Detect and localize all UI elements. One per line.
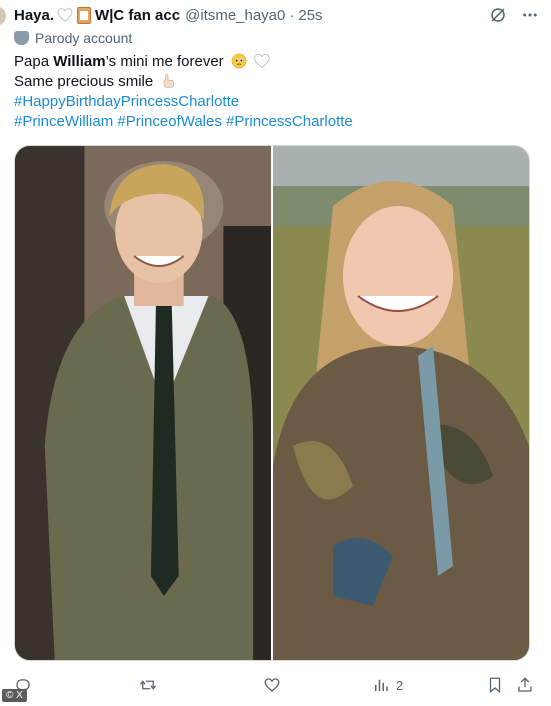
display-name-suffix[interactable]: W|C fan acc bbox=[95, 7, 180, 24]
text-line-2: Same precious smile bbox=[14, 72, 539, 92]
hashtag-birthday[interactable]: #HappyBirthdayPrincessCharlotte bbox=[14, 92, 539, 112]
views-count: 2 bbox=[396, 677, 404, 693]
header-icons bbox=[489, 4, 539, 26]
tweet-text: Papa William’s mini me forever Same prec… bbox=[14, 52, 539, 132]
text-line-2-content: Same precious smile bbox=[14, 73, 154, 90]
white-heart-icon bbox=[254, 53, 270, 69]
hashtag-prince-william[interactable]: #PrinceWilliam bbox=[14, 113, 113, 130]
display-name[interactable]: Haya. bbox=[14, 7, 54, 24]
tweet[interactable]: Haya. W|C fan acc @itsme_haya0 · 25s Par… bbox=[0, 0, 551, 706]
tweet-media[interactable] bbox=[14, 145, 530, 661]
text-prefix: Papa bbox=[14, 53, 54, 70]
parody-label-text: Parody account bbox=[35, 30, 133, 46]
avatar[interactable] bbox=[0, 6, 6, 26]
views-bar-chart-icon bbox=[375, 679, 388, 691]
share-button[interactable] bbox=[516, 676, 534, 694]
more-icon[interactable] bbox=[521, 6, 539, 24]
clipboard-icon bbox=[77, 6, 92, 24]
boy-illustration bbox=[15, 146, 271, 660]
tweet-header: Haya. W|C fan acc @itsme_haya0 · 25s bbox=[14, 4, 539, 26]
text-suffix: ’s mini me forever bbox=[105, 53, 224, 70]
tweet-actions: 2 bbox=[14, 674, 534, 696]
grok-icon[interactable] bbox=[489, 6, 507, 24]
pleading-face-icon bbox=[231, 53, 247, 69]
pointing-hand-icon bbox=[164, 74, 175, 88]
parody-label: Parody account bbox=[14, 28, 132, 48]
timestamp[interactable]: 25s bbox=[298, 7, 322, 24]
share-icon bbox=[518, 677, 532, 692]
text-line-1: Papa William’s mini me forever bbox=[14, 52, 539, 72]
separator-dot: · bbox=[289, 6, 295, 24]
text-bold-name: William bbox=[53, 53, 106, 70]
bookmark-icon bbox=[489, 677, 501, 694]
photo-right[interactable] bbox=[273, 146, 529, 660]
photo-left[interactable] bbox=[15, 146, 271, 660]
retweet-icon bbox=[139, 680, 157, 690]
hashtag-prince-of-wales[interactable]: #PrinceofWales bbox=[117, 113, 222, 130]
bookmark-button[interactable] bbox=[486, 676, 516, 694]
mask-icon bbox=[14, 31, 29, 45]
like-heart-icon bbox=[264, 678, 280, 692]
user-handle[interactable]: @itsme_haya0 bbox=[185, 7, 285, 24]
white-heart-icon bbox=[57, 8, 73, 22]
girl-illustration bbox=[273, 146, 529, 660]
views-button[interactable]: 2 bbox=[372, 676, 486, 694]
reply-button[interactable] bbox=[14, 676, 139, 694]
like-button[interactable] bbox=[263, 676, 372, 694]
retweet-button[interactable] bbox=[139, 676, 263, 694]
hashtag-line: #PrinceWilliam #PrinceofWales #PrincessC… bbox=[14, 112, 539, 132]
watermark: © X bbox=[2, 689, 27, 702]
hashtag-princess-charlotte[interactable]: #PrincessCharlotte bbox=[226, 113, 353, 130]
